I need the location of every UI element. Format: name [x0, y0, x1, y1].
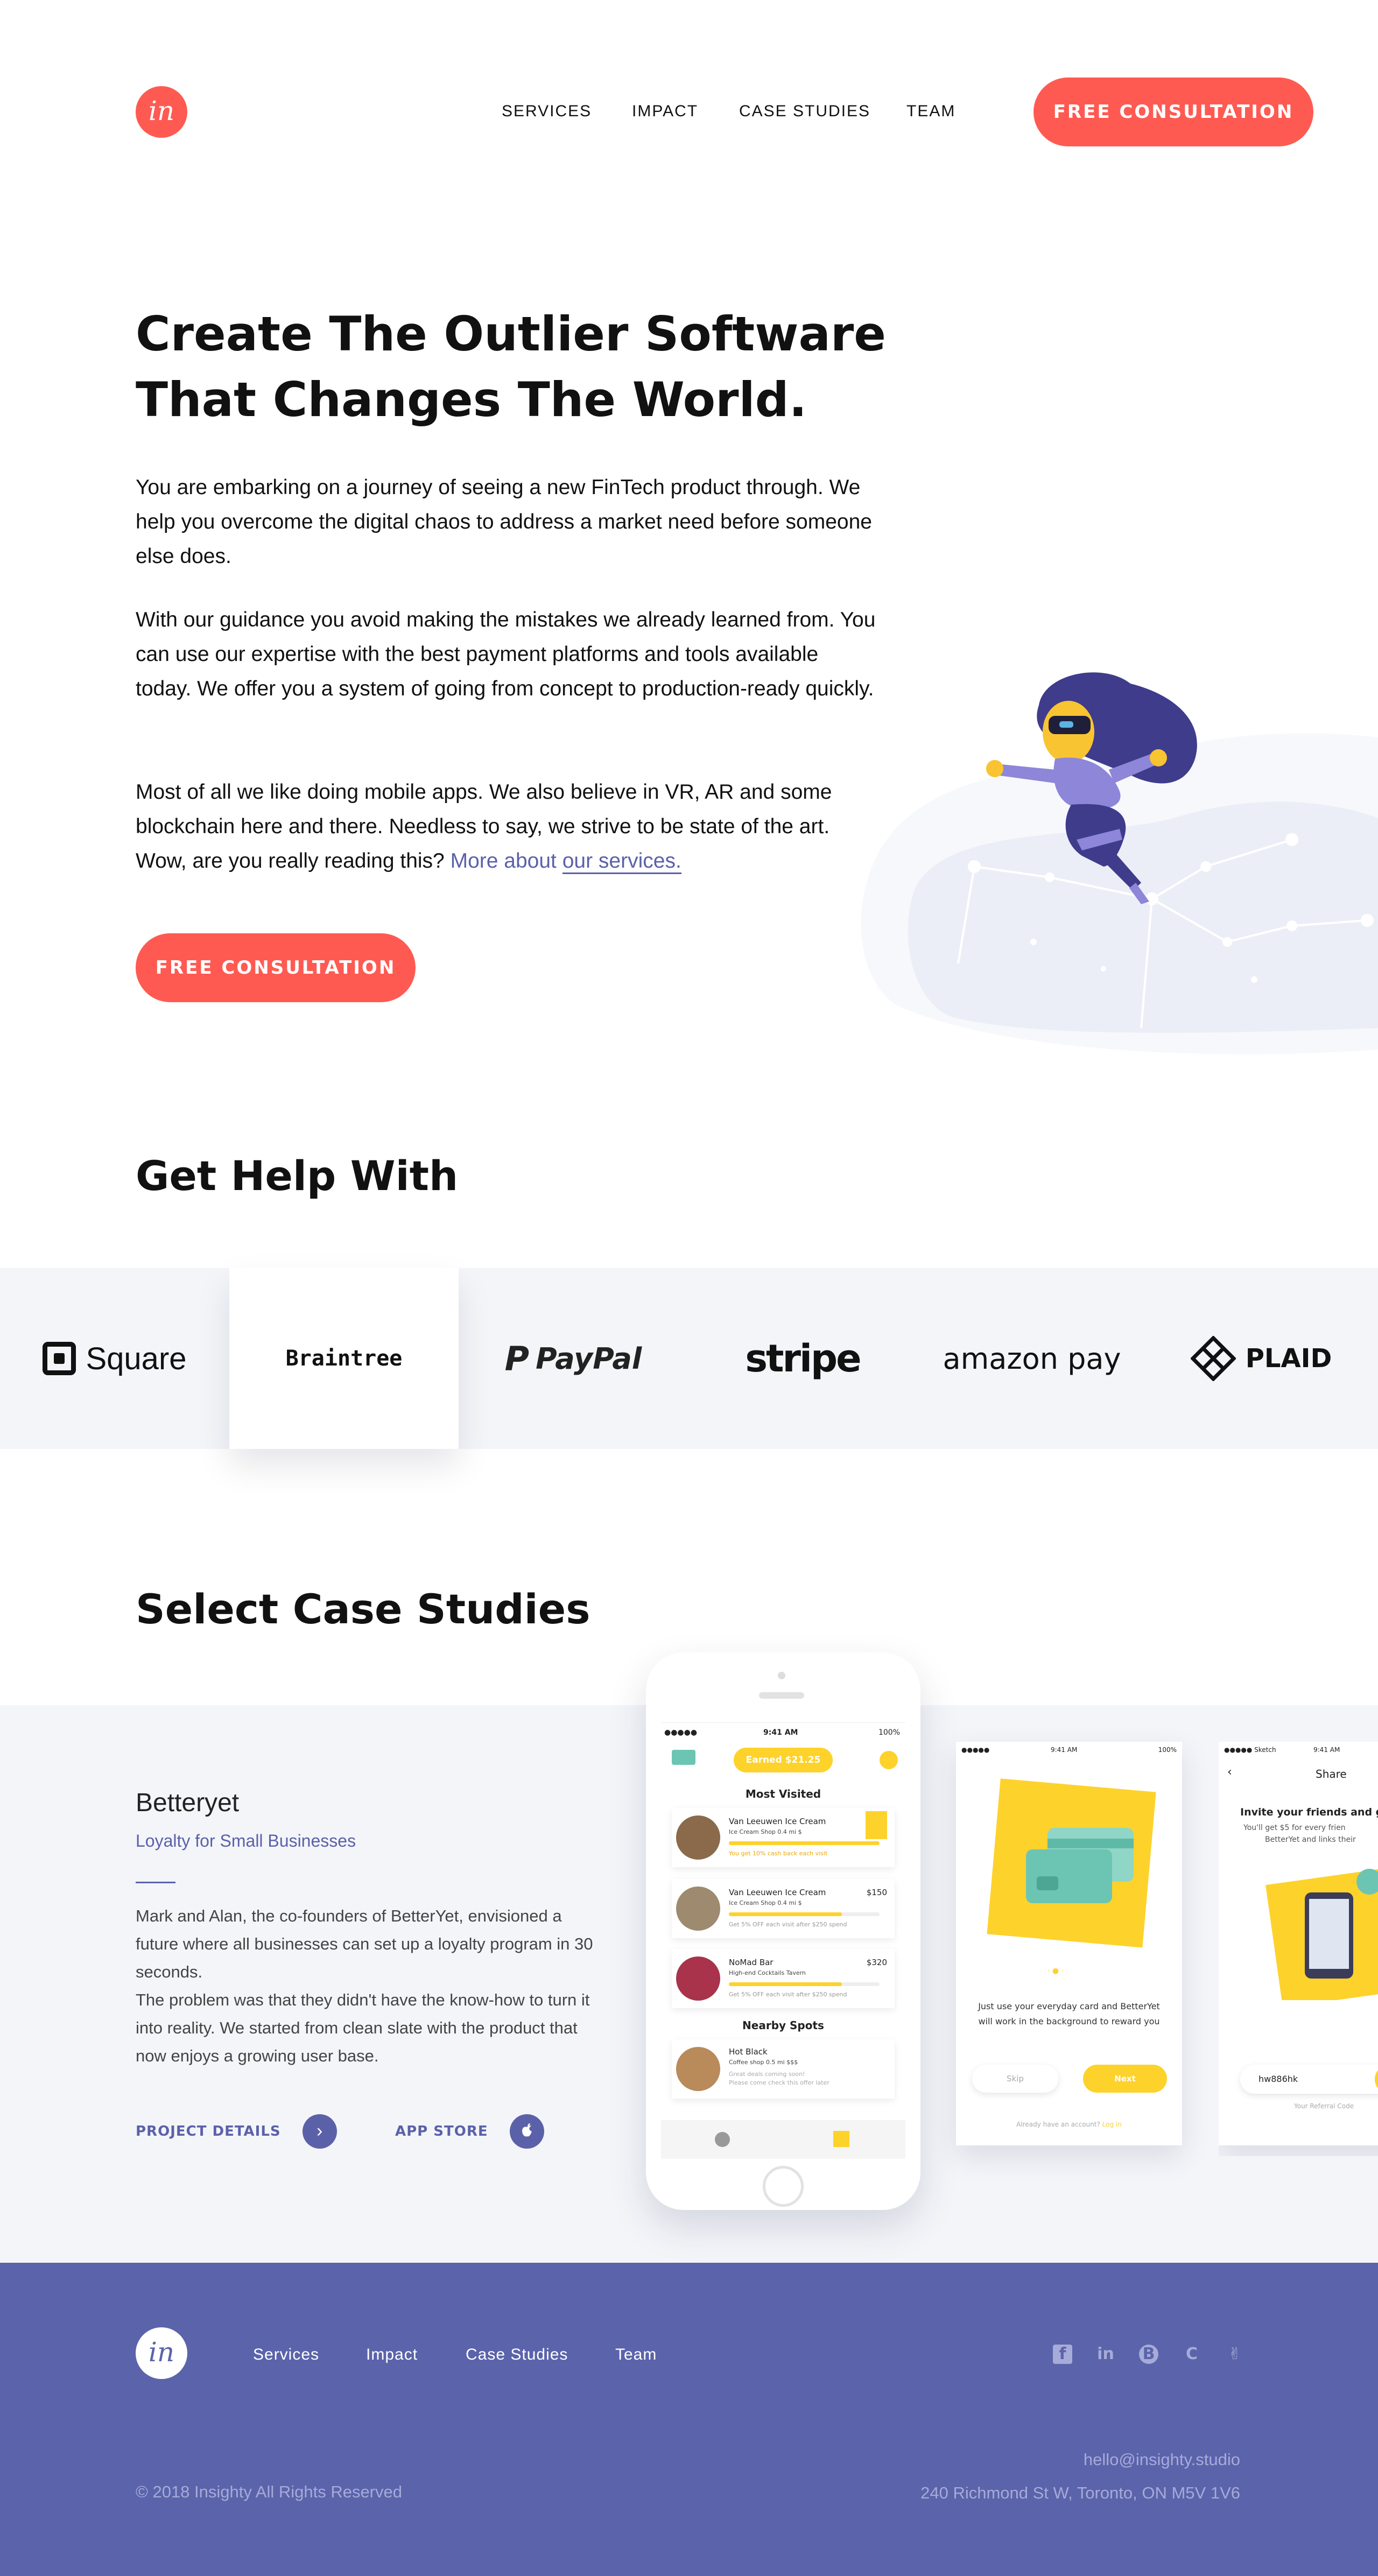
logo[interactable]: in	[136, 86, 187, 138]
plaid-logo[interactable]: PLAID	[1147, 1268, 1376, 1449]
apple-icon	[509, 2114, 544, 2149]
case-studies-title: Select Case Studies	[136, 1585, 590, 1633]
list-item[interactable]: Van Leeuwen Ice Cream Ice Cream Shop 0.4…	[672, 1808, 895, 1867]
services-link[interactable]: our services.	[562, 849, 681, 874]
share-screen: ●●●●● Sketch 9:41 AM ‹ Share Invite your…	[1219, 1742, 1378, 2145]
list-item[interactable]: Van Leeuwen Ice Cream $150 Ice Cream Sho…	[672, 1879, 895, 1938]
profile-icon[interactable]	[880, 1751, 898, 1769]
wallet-icon	[672, 1750, 695, 1765]
list-item[interactable]: NoMad Bar $320 High-end Cocktails Tavern…	[672, 1949, 895, 2008]
services-link-prefix[interactable]: More about	[451, 849, 557, 872]
share-screen-clip: ●●●●● Sketch 9:41 AM ‹ Share Invite your…	[1219, 1742, 1378, 2156]
referral-code-field[interactable]: hw886hk	[1240, 2065, 1378, 2094]
case-description: Mark and Alan, the co-founders of Better…	[136, 1906, 593, 2065]
hero-paragraph-1: You are embarking on a journey of seeing…	[136, 476, 872, 568]
nav-services[interactable]: SERVICES	[502, 102, 592, 121]
partner-logos-band: Square Braintree P PayPal stripe amazon …	[0, 1268, 1378, 1449]
case-divider	[136, 1882, 175, 1883]
vr-girl-illustration	[861, 672, 1378, 1054]
app-store-link[interactable]: APP STORE	[395, 2114, 544, 2149]
footer-address: 240 Richmond St W, Toronto, ON M5V 1V6	[920, 2483, 1240, 2502]
hero-paragraph-2: With our guidance you avoid making the m…	[136, 608, 876, 700]
gift-icon[interactable]	[833, 2131, 849, 2147]
phone-screen: ●●●●● 9:41 AM 100% Earned $21.25 Most Vi…	[661, 1722, 905, 2159]
footer-nav-case-studies[interactable]: Case Studies	[466, 2346, 568, 2364]
plaid-icon	[1190, 1336, 1236, 1381]
footer-logo[interactable]: in	[136, 2327, 187, 2379]
skip-button[interactable]: Skip	[972, 2065, 1058, 2093]
angellist-icon[interactable]: ✌	[1225, 2345, 1245, 2364]
braintree-logo[interactable]: Braintree	[229, 1268, 459, 1449]
facebook-icon[interactable]: f	[1053, 2345, 1072, 2364]
nav-team[interactable]: TEAM	[906, 102, 955, 121]
home-button	[763, 2166, 804, 2207]
case-subtitle: Loyalty for Small Businesses	[136, 1831, 356, 1850]
case-name: Betteryet	[136, 1789, 240, 1817]
chevron-right-icon: ›	[302, 2114, 337, 2149]
amazon-pay-logo[interactable]: amazon pay	[917, 1268, 1147, 1449]
crunchbase-icon[interactable]: C	[1182, 2345, 1201, 2364]
earned-badge[interactable]: Earned $21.25	[734, 1748, 833, 1772]
back-icon[interactable]: ‹	[1227, 1765, 1232, 1779]
map-icon[interactable]	[715, 2132, 730, 2147]
nav-impact[interactable]: IMPACT	[632, 102, 698, 121]
phone-mockup: ●●●●● 9:41 AM 100% Earned $21.25 Most Vi…	[646, 1652, 920, 2210]
footer-nav-services[interactable]: Services	[253, 2346, 319, 2364]
square-logo[interactable]: Square	[0, 1268, 229, 1449]
hero-title: Create The Outlier Software That Changes…	[136, 306, 886, 427]
next-button[interactable]: Next	[1083, 2065, 1167, 2093]
footer-email[interactable]: hello@insighty.studio	[1084, 2450, 1240, 2469]
header-cta-button[interactable]: FREE CONSULTATION	[1034, 78, 1313, 146]
footer-nav-impact[interactable]: Impact	[366, 2346, 418, 2364]
hero-paragraph-3: Most of all we like doing mobile apps. W…	[136, 775, 878, 878]
stripe-logo[interactable]: stripe	[688, 1268, 917, 1449]
hero-cta-button[interactable]: FREE CONSULTATION	[136, 933, 416, 1002]
login-link[interactable]: Log in	[1102, 2121, 1122, 2128]
footer	[0, 2263, 1378, 2576]
list-item[interactable]: Hot Black Coffee shop 0.5 mi $$$ Great d…	[672, 2039, 895, 2099]
help-title: Get Help With	[136, 1152, 459, 1200]
nav-case-studies[interactable]: CASE STUDIES	[739, 102, 870, 121]
onboarding-screen: ●●●●● 9:41 AM 100% · ● · Just use your e…	[956, 1742, 1182, 2145]
copyright: © 2018 Insighty All Rights Reserved	[136, 2482, 402, 2501]
phone-share-illustration	[1265, 1868, 1378, 2000]
linkedin-icon[interactable]: in	[1096, 2345, 1115, 2364]
footer-nav-team[interactable]: Team	[615, 2346, 657, 2364]
paypal-logo[interactable]: P PayPal	[459, 1268, 688, 1449]
behance-icon[interactable]: B	[1139, 2345, 1158, 2364]
project-details-link[interactable]: PROJECT DETAILS ›	[136, 2114, 337, 2149]
cards-illustration	[987, 1778, 1156, 1948]
